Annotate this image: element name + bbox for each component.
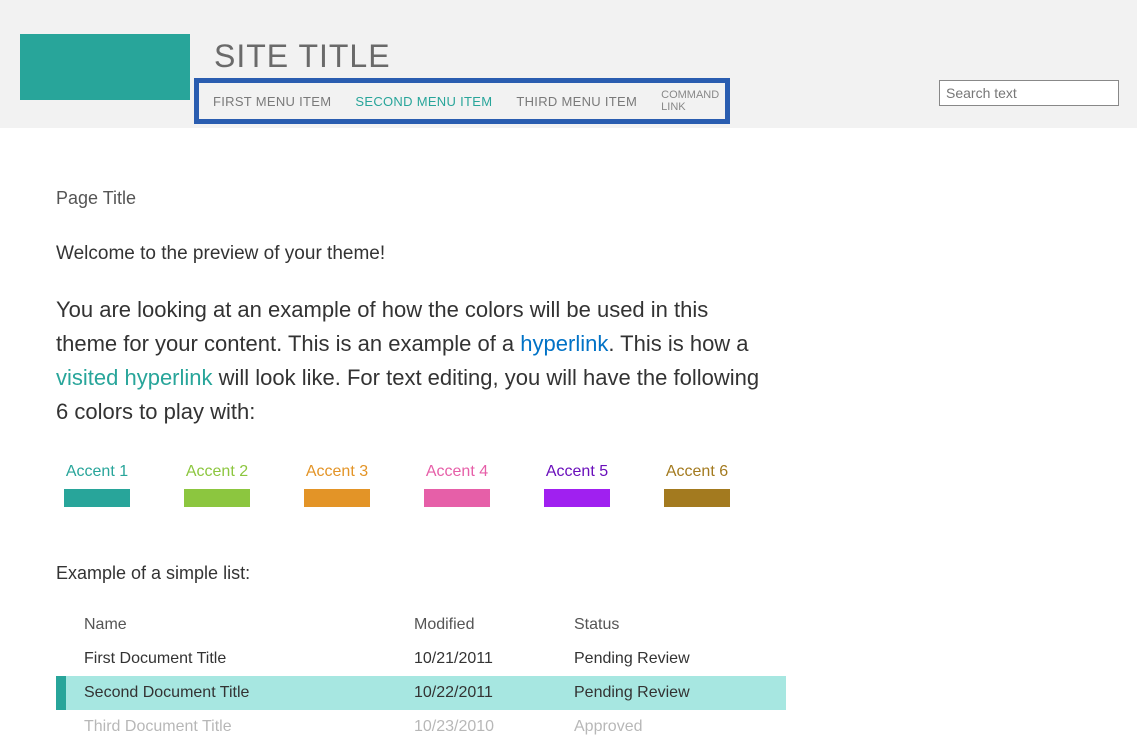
accent-2-label: Accent 2 <box>186 463 248 481</box>
cell-status: Pending Review <box>574 684 786 702</box>
accent-2-swatch <box>184 489 250 507</box>
accent-6-swatch <box>664 489 730 507</box>
cell-status: Approved <box>574 718 786 736</box>
accent-row: Accent 1 Accent 2 Accent 3 Accent 4 Acce… <box>64 463 764 507</box>
site-title: SITE TITLE <box>214 38 391 75</box>
accent-4-swatch <box>424 489 490 507</box>
nav-item-2[interactable]: SECOND MENU ITEM <box>355 94 492 109</box>
col-modified[interactable]: Modified <box>414 616 574 634</box>
accent-4: Accent 4 <box>424 463 490 507</box>
cell-name: Second Document Title <box>84 684 414 702</box>
accent-2: Accent 2 <box>184 463 250 507</box>
accent-6: Accent 6 <box>664 463 730 507</box>
visited-hyperlink-example[interactable]: visited hyperlink <box>56 365 213 390</box>
top-nav: FIRST MENU ITEM SECOND MENU ITEM THIRD M… <box>194 78 730 124</box>
col-status[interactable]: Status <box>574 616 786 634</box>
page-content: Page Title Welcome to the preview of you… <box>0 128 820 744</box>
accent-5-label: Accent 5 <box>546 463 608 481</box>
accent-5-swatch <box>544 489 610 507</box>
list-title: Example of a simple list: <box>56 563 764 584</box>
cell-name: First Document Title <box>84 650 414 668</box>
cell-name: Third Document Title <box>84 718 414 736</box>
hyperlink-example[interactable]: hyperlink <box>520 331 608 356</box>
search-input[interactable] <box>939 80 1119 106</box>
nav-item-1[interactable]: FIRST MENU ITEM <box>213 94 331 109</box>
accent-1-label: Accent 1 <box>66 463 128 481</box>
list-row[interactable]: Third Document Title 10/23/2010 Approved <box>56 710 786 744</box>
accent-6-label: Accent 6 <box>666 463 728 481</box>
col-name[interactable]: Name <box>84 616 414 634</box>
page-title: Page Title <box>56 188 764 209</box>
accent-3-swatch <box>304 489 370 507</box>
suite-bar: SITE TITLE FIRST MENU ITEM SECOND MENU I… <box>0 0 1137 128</box>
nav-command-link[interactable]: COMMAND LINK <box>661 89 719 113</box>
accent-4-label: Accent 4 <box>426 463 488 481</box>
list-header-row: Name Modified Status <box>56 608 786 642</box>
welcome-text: Welcome to the preview of your theme! <box>56 243 764 265</box>
document-list: Name Modified Status First Document Titl… <box>56 608 786 744</box>
site-logo[interactable] <box>20 34 190 100</box>
accent-3-label: Accent 3 <box>306 463 368 481</box>
cell-status: Pending Review <box>574 650 786 668</box>
accent-1-swatch <box>64 489 130 507</box>
body-text: You are looking at an example of how the… <box>56 293 764 429</box>
list-row[interactable]: First Document Title 10/21/2011 Pending … <box>56 642 786 676</box>
accent-5: Accent 5 <box>544 463 610 507</box>
nav-item-3[interactable]: THIRD MENU ITEM <box>516 94 637 109</box>
cell-modified: 10/22/2011 <box>414 684 574 702</box>
accent-3: Accent 3 <box>304 463 370 507</box>
cell-modified: 10/21/2011 <box>414 650 574 668</box>
cell-modified: 10/23/2010 <box>414 718 574 736</box>
list-row[interactable]: Second Document Title 10/22/2011 Pending… <box>56 676 786 710</box>
body-mid: . This is how a <box>608 331 748 356</box>
accent-1: Accent 1 <box>64 463 130 507</box>
